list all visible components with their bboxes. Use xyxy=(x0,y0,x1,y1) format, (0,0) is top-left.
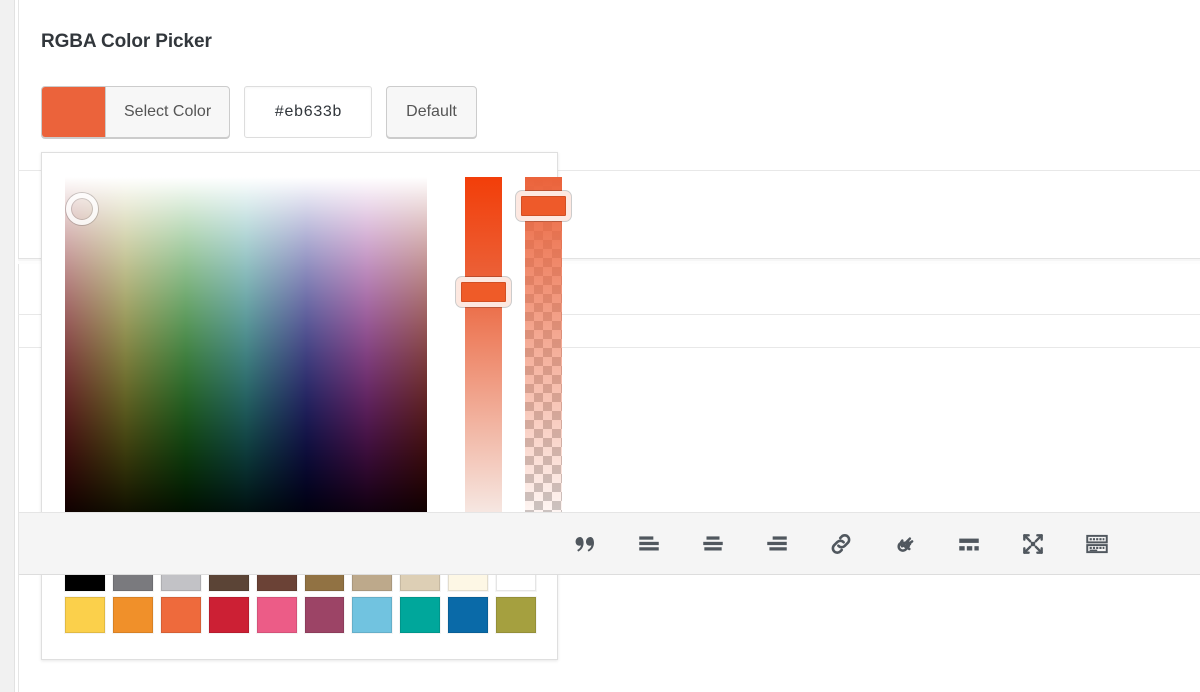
alpha-slider[interactable] xyxy=(525,177,562,535)
read-more-button[interactable] xyxy=(937,517,1001,571)
color-control-row: Select Color Default xyxy=(41,86,477,138)
admin-menu-gutter xyxy=(0,0,14,692)
palette-swatch-crimson[interactable] xyxy=(209,597,249,633)
palette-swatch-olive[interactable] xyxy=(496,597,536,633)
palette-swatch-pink[interactable] xyxy=(257,597,297,633)
toolbar-left-spacer xyxy=(19,543,553,544)
link-icon xyxy=(828,531,854,557)
palette-swatch-coral[interactable] xyxy=(161,597,201,633)
default-button[interactable]: Default xyxy=(386,86,477,138)
current-color-swatch xyxy=(42,87,106,137)
blockquote-button[interactable] xyxy=(553,517,617,571)
iris-picker-inner xyxy=(65,177,536,535)
content-panel-left-edge xyxy=(18,0,19,692)
align-left-icon xyxy=(636,531,662,557)
palette-swatch-yellow[interactable] xyxy=(65,597,105,633)
palette-swatch-blue[interactable] xyxy=(448,597,488,633)
blockquote-icon xyxy=(572,531,598,557)
keyboard-icon xyxy=(1084,531,1110,557)
admin-menu-border xyxy=(14,0,15,692)
square-picker-handle[interactable] xyxy=(66,193,98,225)
hex-value-input[interactable] xyxy=(244,86,372,138)
palette-swatch-orange[interactable] xyxy=(113,597,153,633)
read-more-icon xyxy=(956,531,982,557)
select-color-label: Select Color xyxy=(106,87,229,137)
align-left-button[interactable] xyxy=(617,517,681,571)
select-color-button[interactable]: Select Color xyxy=(41,86,230,138)
toolbar-toggle-button[interactable] xyxy=(1065,517,1129,571)
unlink-icon xyxy=(892,531,918,557)
toolbar-button-group xyxy=(553,517,1129,571)
alpha-slider-handle[interactable] xyxy=(516,191,571,221)
screen-root: RGBA Color Picker Select Color Default xyxy=(0,0,1200,692)
align-center-button[interactable] xyxy=(681,517,745,571)
insert-link-button[interactable] xyxy=(809,517,873,571)
palette-swatch-sky-blue[interactable] xyxy=(352,597,392,633)
palette-swatch-plum[interactable] xyxy=(305,597,345,633)
brightness-slider[interactable] xyxy=(465,177,502,535)
align-center-icon xyxy=(700,531,726,557)
editor-toolbar xyxy=(19,512,1200,575)
iris-color-picker-panel xyxy=(41,152,558,660)
palette-swatch-teal[interactable] xyxy=(400,597,440,633)
fullscreen-button[interactable] xyxy=(1001,517,1065,571)
page-title: RGBA Color Picker xyxy=(41,31,212,53)
align-right-button[interactable] xyxy=(745,517,809,571)
align-right-icon xyxy=(764,531,790,557)
saturation-value-square[interactable] xyxy=(65,177,427,535)
brightness-slider-track xyxy=(465,177,502,535)
palette-row-2 xyxy=(65,597,536,633)
alpha-slider-track xyxy=(525,177,562,535)
fullscreen-icon xyxy=(1020,531,1046,557)
unlink-button[interactable] xyxy=(873,517,937,571)
brightness-slider-handle[interactable] xyxy=(456,277,511,307)
